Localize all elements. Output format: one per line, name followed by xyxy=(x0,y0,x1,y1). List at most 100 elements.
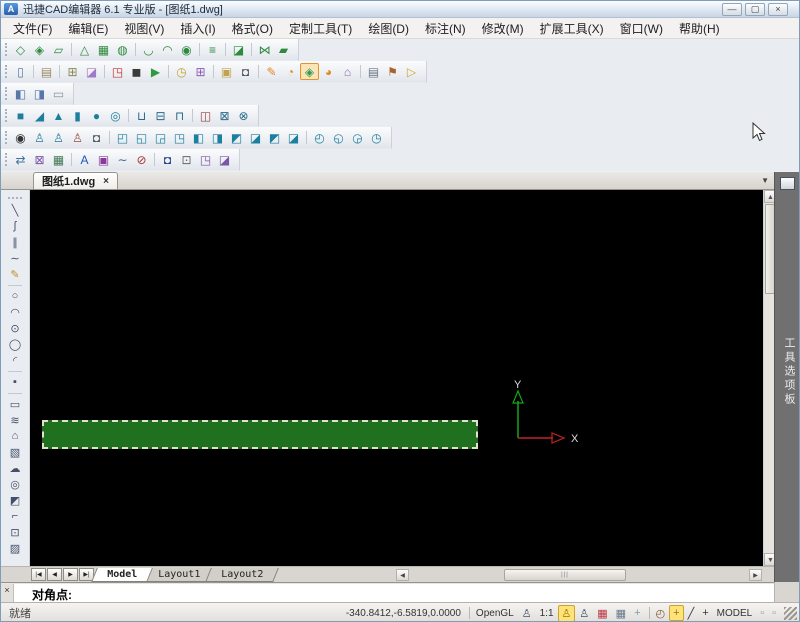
auto-annotation-icon[interactable]: ♙ xyxy=(575,605,593,622)
cone-surface-icon[interactable]: △ xyxy=(75,41,94,58)
multiline-icon[interactable]: ∥ xyxy=(5,234,25,250)
line-icon[interactable]: ╲ xyxy=(5,202,25,218)
ortho-icon[interactable]: ╱ xyxy=(684,605,699,622)
pipe-icon[interactable]: ⌐ xyxy=(5,508,25,524)
sketch-icon[interactable]: ✎ xyxy=(5,266,25,282)
slice-icon[interactable]: ◫ xyxy=(196,107,215,124)
osnap-icon[interactable]: + xyxy=(669,605,683,621)
right-view-icon[interactable]: ◳ xyxy=(170,129,189,146)
walk-view-icon[interactable]: ♙ xyxy=(68,129,87,146)
export-file-icon[interactable]: ▷ xyxy=(402,63,421,80)
menu-help[interactable]: 帮助(H) xyxy=(671,18,728,39)
annotation-scale-value[interactable]: 1:1 xyxy=(536,606,558,621)
model-space-button[interactable]: MODEL xyxy=(713,606,757,621)
paste-block-icon[interactable]: ◪ xyxy=(82,63,101,80)
coil-icon[interactable]: ≋ xyxy=(5,412,25,428)
plane-surface-icon[interactable]: ◇ xyxy=(11,41,30,58)
circle-icon[interactable]: ○ xyxy=(5,288,25,304)
arc-icon[interactable]: ◠ xyxy=(5,304,25,320)
deep-search-icon[interactable]: ◕ xyxy=(319,63,338,80)
union-icon[interactable]: ⊔ xyxy=(132,107,151,124)
text-style-icon[interactable]: A xyxy=(75,151,94,168)
document-tab[interactable]: 图纸1.dwg × xyxy=(33,172,118,189)
viewport-icon[interactable]: ▦ xyxy=(593,605,611,622)
ne-isometric-icon[interactable]: ◩ xyxy=(265,129,284,146)
tab-model[interactable]: Model xyxy=(91,568,153,582)
snapshot-view-icon[interactable]: ◘ xyxy=(87,129,106,146)
batch-check-icon[interactable]: ◈ xyxy=(300,63,319,80)
back-view-icon[interactable]: ◨ xyxy=(208,129,227,146)
se-isometric-icon[interactable]: ◪ xyxy=(246,129,265,146)
snapshot-icon[interactable]: ◘ xyxy=(236,63,255,80)
annotation-scale-icon[interactable]: ♙ xyxy=(518,605,536,622)
find-icon[interactable]: ⊘ xyxy=(132,151,151,168)
command-prompt[interactable]: 对角点: xyxy=(14,584,76,602)
solid-wedge-icon[interactable]: ◢ xyxy=(30,107,49,124)
horizontal-scroll-thumb[interactable]: ||| xyxy=(504,569,626,581)
image-browser-icon[interactable]: ▣ xyxy=(217,63,236,80)
minimize-button[interactable]: — xyxy=(722,3,742,16)
pyramid-surface-icon[interactable]: ◈ xyxy=(30,41,49,58)
scroll-left-icon[interactable]: ◀ xyxy=(396,569,409,581)
render-settings-icon[interactable]: ▭ xyxy=(49,85,68,102)
purge-icon[interactable]: ⌂ xyxy=(338,63,357,80)
arc-3point-icon[interactable]: ◜ xyxy=(5,352,25,368)
box-surface-icon[interactable]: ▱ xyxy=(49,41,68,58)
orbit-1-icon[interactable]: ◴ xyxy=(310,129,329,146)
spline-icon[interactable]: ʃ xyxy=(5,218,25,234)
grid-icon[interactable]: ▦ xyxy=(612,605,630,622)
command-close-icon[interactable]: × xyxy=(1,584,14,602)
menu-window[interactable]: 窗口(W) xyxy=(612,18,671,39)
print-preview-icon[interactable]: ▤ xyxy=(364,63,383,80)
revision-cloud-icon[interactable]: ☁ xyxy=(5,460,25,476)
circle-radius-icon[interactable]: ⊙ xyxy=(5,320,25,336)
solid-box-icon[interactable]: ■ xyxy=(11,107,30,124)
render-icon[interactable]: ◧ xyxy=(11,85,30,102)
mesh-sphere-icon[interactable]: ◍ xyxy=(113,41,132,58)
clean-search-icon[interactable]: ◔ xyxy=(281,63,300,80)
extra-toggle-2-icon[interactable]: ▫ xyxy=(768,605,780,621)
opengl-indicator[interactable]: OpenGL xyxy=(472,606,518,621)
tool-palette-tab-label[interactable]: 工具选项板 xyxy=(781,337,797,407)
menu-express-tools[interactable]: 扩展工具(X) xyxy=(532,18,612,39)
menu-custom-tools[interactable]: 定制工具(T) xyxy=(281,18,360,39)
render-region-icon[interactable]: ◨ xyxy=(30,85,49,102)
solid-cylinder-icon[interactable]: ▮ xyxy=(68,107,87,124)
orbit-3-icon[interactable]: ◶ xyxy=(348,129,367,146)
next-sheet-button[interactable]: ▶ xyxy=(63,568,78,581)
left-view-icon[interactable]: ◲ xyxy=(151,129,170,146)
image-adjust-icon[interactable]: ◘ xyxy=(158,151,177,168)
interfere-icon[interactable]: ⊗ xyxy=(234,107,253,124)
palette-grid-icon[interactable] xyxy=(780,177,795,190)
annotation-visibility-icon[interactable]: ♙ xyxy=(558,605,576,622)
tab-layout2[interactable]: Layout2 xyxy=(205,568,279,582)
clip-boundary-icon[interactable]: ⊡ xyxy=(177,151,196,168)
sw-isometric-icon[interactable]: ◩ xyxy=(227,129,246,146)
restore-button[interactable]: ▢ xyxy=(745,3,765,16)
solid-sphere-icon[interactable]: ● xyxy=(87,107,106,124)
menu-dimension[interactable]: 标注(N) xyxy=(417,18,474,39)
solid-torus-icon[interactable]: ◎ xyxy=(106,107,125,124)
quick-clean-icon[interactable]: ✎ xyxy=(262,63,281,80)
subtract-icon[interactable]: ⊟ xyxy=(151,107,170,124)
front-view-icon[interactable]: ◧ xyxy=(189,129,208,146)
first-sheet-button[interactable]: |◀ xyxy=(31,568,46,581)
hourglass-surface-icon[interactable]: ⋈ xyxy=(255,41,274,58)
named-views-icon[interactable]: ♙ xyxy=(30,129,49,146)
time-tracking-icon[interactable]: ◷ xyxy=(172,63,191,80)
edge-mesh-icon[interactable]: ≡ xyxy=(203,41,222,58)
text-input-icon[interactable]: ▤ xyxy=(37,63,56,80)
hide-icon[interactable]: ◉ xyxy=(11,129,30,146)
wedge-surface-icon[interactable]: ◪ xyxy=(229,41,248,58)
window-layout-icon[interactable]: ⊞ xyxy=(191,63,210,80)
rectangle-icon[interactable]: ▭ xyxy=(5,396,25,412)
add-scale-icon[interactable]: + xyxy=(630,605,644,621)
selected-rectangle-entity[interactable] xyxy=(42,420,478,449)
menu-file[interactable]: 文件(F) xyxy=(5,18,60,39)
top-view-icon[interactable]: ◰ xyxy=(113,129,132,146)
hatch-icon[interactable]: ▨ xyxy=(5,540,25,556)
polar-tracking-icon[interactable]: ◴ xyxy=(652,605,670,622)
scroll-right-icon[interactable]: ▶ xyxy=(749,569,762,581)
dish-surface-icon[interactable]: ◡ xyxy=(139,41,158,58)
point-icon[interactable]: ▪ xyxy=(5,374,25,390)
